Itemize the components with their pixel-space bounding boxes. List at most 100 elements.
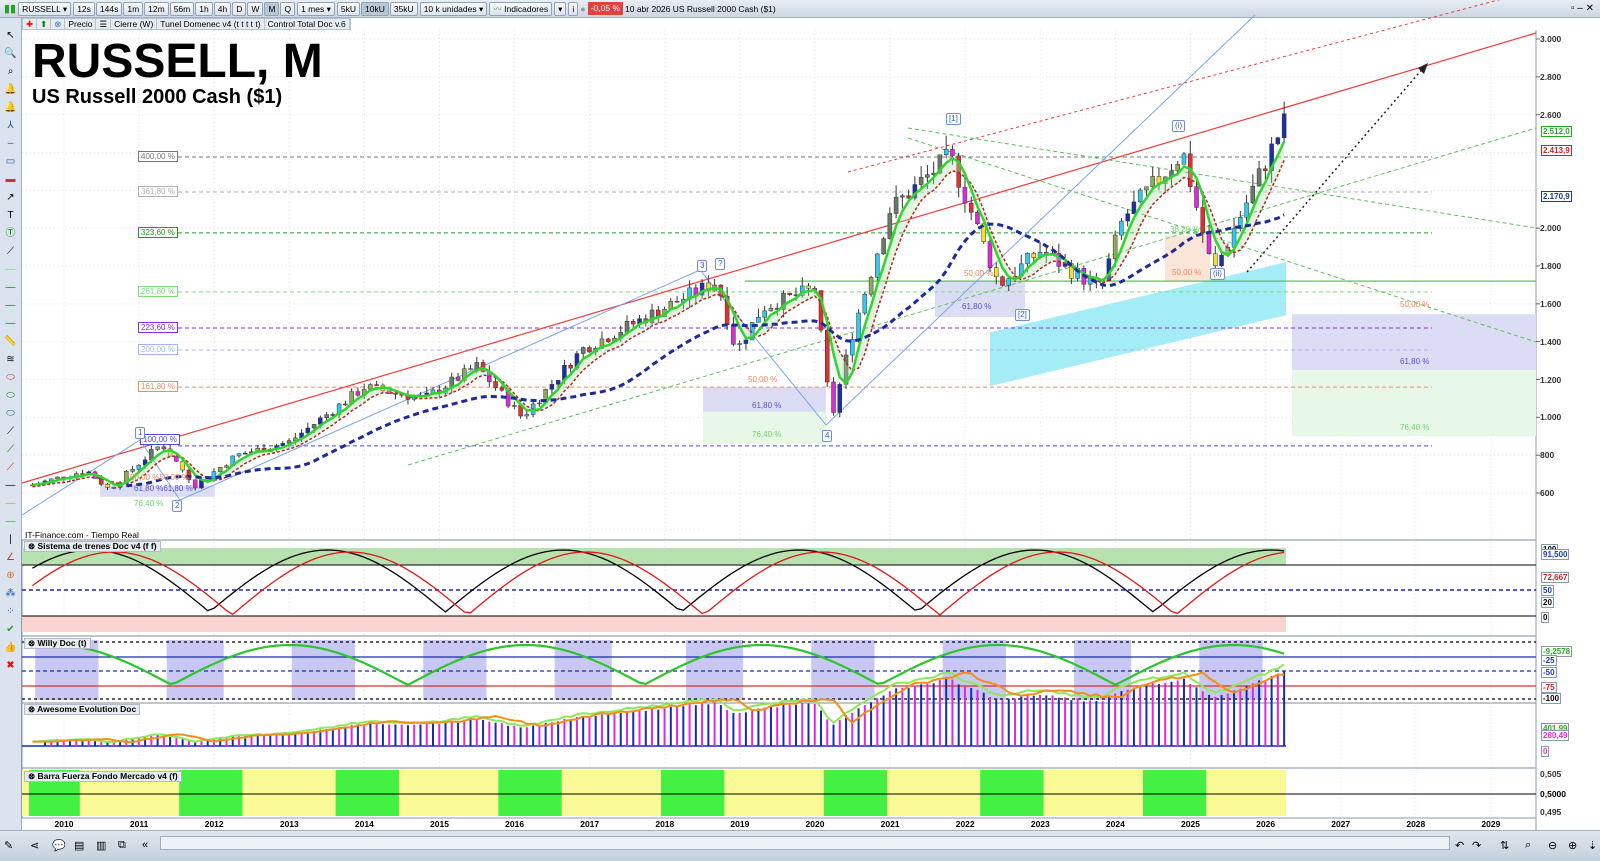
willy-band: [585, 640, 593, 700]
candle: [837, 384, 843, 413]
share-icon[interactable]: ⋖: [30, 839, 39, 852]
willy-band: [836, 640, 844, 700]
willy-band: [1099, 640, 1107, 700]
barra-green: [830, 770, 838, 816]
barra-green: [529, 770, 537, 816]
candle: [925, 174, 930, 178]
wave-label: ?: [715, 258, 726, 270]
price-tick: 1.600: [1540, 298, 1562, 309]
candle: [493, 381, 498, 389]
fib-label: 323,60 %: [138, 226, 178, 238]
retracement-label: 76,40 %: [1400, 423, 1430, 433]
zoom-fit-icon[interactable]: ⌕: [1525, 839, 1531, 852]
willy-band: [711, 640, 719, 700]
willy-band: [47, 640, 55, 700]
overbought-band: [22, 548, 1286, 565]
candle: [631, 320, 636, 325]
undo-icon[interactable]: ↶: [1455, 839, 1464, 852]
year-label: 2015: [430, 819, 449, 829]
candle: [737, 343, 742, 345]
barra-tick: 0,495: [1540, 807, 1562, 817]
candle: [580, 347, 586, 354]
zoom-in-icon[interactable]: ⊕: [1568, 839, 1577, 852]
draw-icon[interactable]: ✎: [4, 839, 13, 852]
year-label: 2016: [505, 819, 525, 829]
willy-band: [341, 640, 349, 700]
willy-band: [166, 640, 174, 700]
willy-band: [823, 640, 831, 700]
candle: [1275, 137, 1281, 145]
candle: [224, 465, 229, 468]
candle: [1137, 189, 1143, 203]
panel-title: Awesome Evolution Doc: [37, 704, 137, 714]
barra-green: [1017, 770, 1025, 816]
price-tick: 1.400: [1540, 336, 1562, 347]
candle: [962, 187, 968, 204]
wave-label: 2: [172, 500, 183, 512]
trenes-tick: 20: [1541, 597, 1554, 608]
year-label: 2027: [1331, 819, 1351, 829]
barra-green: [679, 770, 687, 816]
year-label: 2017: [580, 819, 600, 829]
willy-band: [1117, 640, 1125, 700]
doc-icon[interactable]: ▤: [74, 839, 84, 852]
wave-label: (i): [1172, 120, 1186, 132]
candle: [1206, 232, 1212, 255]
candle: [868, 277, 874, 295]
bars-icon[interactable]: ▥: [96, 839, 106, 852]
candle: [374, 384, 379, 386]
more-icon[interactable]: ⇣: [1588, 839, 1597, 852]
barra-green: [222, 770, 230, 816]
candle: [242, 452, 248, 455]
willy-band: [172, 640, 180, 700]
candle: [1000, 276, 1005, 286]
barra-green: [379, 770, 387, 816]
willy-band: [53, 640, 61, 700]
retracement-zone: [935, 281, 1025, 318]
chat-icon[interactable]: 💬: [52, 839, 66, 852]
candle: [1250, 185, 1256, 204]
barra-green: [1193, 770, 1201, 816]
candle: [762, 310, 767, 318]
panel-title: Sistema de trenes Doc v4 (f f): [37, 541, 157, 551]
retracement-label: 61,80 %: [962, 302, 992, 312]
panel-title: Willy Doc (t): [37, 638, 87, 648]
barra-green: [842, 770, 850, 816]
retracement-label: 38,20 %: [1170, 224, 1200, 234]
barra-green: [661, 770, 669, 816]
candle: [343, 403, 348, 406]
candle: [768, 308, 774, 312]
data-source: IT-Finance.com - Tiempo Real: [25, 530, 139, 540]
year-label: 2011: [129, 819, 149, 829]
compare-icon[interactable]: ⧉: [118, 839, 126, 852]
barra-green: [998, 770, 1006, 816]
trenes-tick: 50: [1541, 585, 1554, 596]
auto-scale-icon[interactable]: ⇅: [1500, 839, 1509, 852]
fib-label: 161,80 %: [138, 381, 178, 393]
willy-band: [830, 640, 838, 700]
panel-title: Barra Fuerza Fondo Mercado v4 (f): [37, 771, 178, 781]
barra-green: [373, 770, 381, 816]
barra-green: [1174, 770, 1182, 816]
fib-label: 223,60 %: [138, 322, 178, 334]
redo-icon[interactable]: ↷: [1472, 839, 1481, 852]
candle: [968, 202, 974, 213]
retracement-label: 76,40 %: [134, 499, 164, 508]
candle: [355, 391, 361, 396]
barra-green: [523, 770, 531, 816]
barra-green: [986, 770, 994, 816]
willy-band: [861, 640, 869, 700]
wave-label: (ii): [1210, 268, 1225, 280]
zoom-out-icon[interactable]: ⊖: [1548, 839, 1557, 852]
candle: [1112, 234, 1118, 259]
chart-canvas[interactable]: [0, 0, 1600, 861]
candle: [731, 324, 736, 345]
retracement-label: 50,00 %50,00 %: [130, 473, 189, 482]
horizontal-scrollbar[interactable]: [160, 836, 1450, 850]
willy-band: [811, 640, 819, 700]
retracement-label: 50,00 %: [1400, 300, 1430, 310]
willy-band: [298, 640, 306, 700]
wave-label: [2]: [1015, 309, 1030, 321]
year-label: 2023: [1030, 819, 1050, 829]
scroll-left-icon[interactable]: «: [142, 839, 148, 851]
